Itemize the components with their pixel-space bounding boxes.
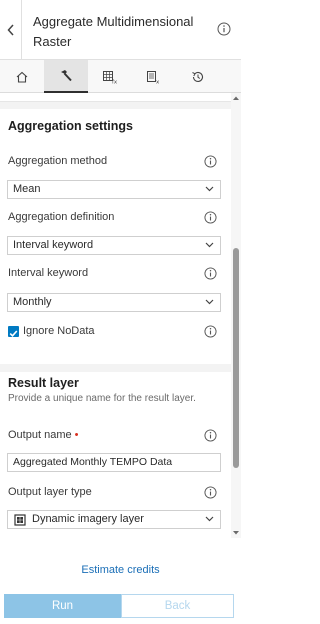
- aggregation-settings-section: Aggregation settings Aggregation method …: [0, 109, 231, 364]
- interval-keyword-select[interactable]: Monthly: [7, 293, 221, 312]
- tool-form[interactable]: Aggregation settings Aggregation method …: [0, 93, 231, 538]
- tab-function-templates[interactable]: x: [132, 60, 176, 93]
- hammer-icon: [61, 69, 72, 81]
- raster-function-template-icon: x: [147, 70, 160, 84]
- info-icon[interactable]: [217, 22, 231, 36]
- estimate-credits-link[interactable]: Estimate credits: [0, 564, 241, 576]
- run-button[interactable]: Run: [4, 594, 121, 618]
- previous-section-bottom: [0, 93, 231, 102]
- back-button-footer[interactable]: Back: [121, 594, 234, 618]
- ignore-nodata-label[interactable]: Ignore NoData: [23, 325, 95, 337]
- panel-footer: Estimate credits Run Back: [0, 538, 241, 624]
- back-button[interactable]: [0, 0, 22, 60]
- select-value: Interval keyword: [13, 239, 94, 251]
- output-name-field[interactable]: Aggregated Monthly TEMPO Data: [7, 453, 221, 472]
- checkmark-icon: [9, 330, 18, 337]
- info-icon[interactable]: [204, 325, 217, 338]
- svg-text:fx: fx: [112, 79, 118, 84]
- panel-header: Aggregate Multidimensional Raster: [0, 0, 241, 60]
- info-icon[interactable]: [204, 267, 217, 280]
- result-layer-section: Result layer Provide a unique name for t…: [0, 372, 231, 538]
- svg-text:x: x: [156, 79, 160, 84]
- chevron-down-icon: [205, 299, 214, 305]
- output-name-label-text: Output name: [8, 429, 72, 441]
- info-icon[interactable]: [204, 486, 217, 499]
- tab-history[interactable]: [176, 60, 220, 93]
- tab-tools[interactable]: [44, 60, 88, 93]
- aggregation-method-label: Aggregation method: [8, 155, 108, 167]
- scroll-down-icon[interactable]: [232, 530, 240, 536]
- output-layer-type-select[interactable]: Dynamic imagery layer: [7, 510, 221, 529]
- chevron-down-icon: [205, 242, 214, 248]
- chevron-left-icon: [6, 24, 14, 36]
- required-marker: •: [74, 429, 79, 441]
- select-value: Mean: [13, 183, 41, 195]
- scrollbar-thumb[interactable]: [233, 248, 239, 468]
- form-scrollbar[interactable]: [231, 93, 241, 538]
- output-layer-type-label: Output layer type: [8, 486, 92, 498]
- tool-tabs: fx x: [0, 60, 241, 93]
- interval-keyword-label: Interval keyword: [8, 267, 89, 279]
- tab-home[interactable]: [0, 60, 44, 93]
- tab-raster-functions[interactable]: fx: [88, 60, 132, 93]
- section-title: Result layer: [8, 376, 79, 390]
- section-title: Aggregation settings: [8, 119, 134, 133]
- output-name-label: Output name •: [8, 429, 78, 441]
- info-icon[interactable]: [204, 155, 217, 168]
- select-value: Dynamic imagery layer: [32, 513, 144, 525]
- page-title: Aggregate Multidimensional Raster: [33, 14, 194, 49]
- aggregation-method-select[interactable]: Mean: [7, 180, 221, 199]
- section-description: Provide a unique name for the result lay…: [8, 393, 196, 404]
- history-icon: [192, 71, 204, 82]
- ignore-nodata-checkbox[interactable]: [8, 326, 19, 337]
- imagery-layer-icon: [14, 514, 26, 526]
- scroll-up-icon[interactable]: [232, 95, 240, 101]
- info-icon[interactable]: [204, 211, 217, 224]
- info-icon[interactable]: [204, 429, 217, 442]
- select-value: Monthly: [13, 296, 52, 308]
- aggregation-definition-select[interactable]: Interval keyword: [7, 236, 221, 255]
- home-icon: [16, 71, 28, 83]
- chevron-down-icon: [205, 516, 214, 522]
- aggregation-definition-label: Aggregation definition: [8, 211, 115, 223]
- raster-function-icon: fx: [103, 70, 118, 84]
- chevron-down-icon: [205, 186, 214, 192]
